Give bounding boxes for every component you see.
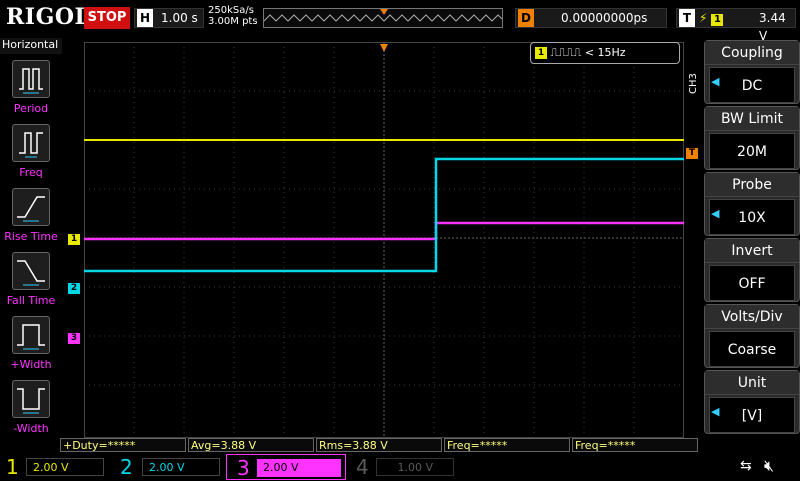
ch3-number: 3: [237, 456, 250, 480]
coupling-title: Coupling: [705, 41, 799, 65]
ch1-number: 1: [6, 455, 19, 479]
ch1-offset-marker[interactable]: 1: [68, 234, 80, 245]
acquisition-info: 250kSa/s 3.00M pts: [208, 5, 258, 27]
positive-width-label: +Width: [10, 358, 52, 371]
negative-width-icon: [12, 380, 50, 418]
measurement-freq-1[interactable]: Freq=*****: [444, 438, 570, 452]
timebase-readout[interactable]: H 1.00 s: [134, 8, 204, 28]
fall-time-icon: [12, 252, 50, 290]
probe-title: Probe: [705, 173, 799, 197]
coupling-softkey[interactable]: Coupling DC ◀: [704, 40, 800, 104]
freq-label: Freq: [19, 166, 43, 179]
probe-softkey[interactable]: Probe 10X ◀: [704, 172, 800, 236]
ch2-scale: 2.00 V: [142, 458, 220, 476]
speaker-muted-icon[interactable]: 🔇︎: [764, 456, 774, 476]
usb-icon: ⇆: [740, 458, 752, 474]
top-status-bar: RIGOL STOP H 1.00 s 250kSa/s 3.00M pts D 0…: [0, 0, 800, 43]
positive-width-icon: [12, 316, 50, 354]
invert-softkey[interactable]: Invert OFF: [704, 238, 800, 302]
frequency-counter[interactable]: 1 ⎍⎍⎍⎍ < 15Hz: [530, 42, 680, 64]
ch4-status[interactable]: 4 1.00 V: [350, 454, 460, 480]
measure-negative-width-button[interactable]: -Width: [0, 380, 62, 444]
ch2-offset-marker[interactable]: 2: [68, 283, 80, 294]
graticule: [84, 42, 684, 438]
counter-value: < 15Hz: [584, 46, 626, 59]
measure-positive-width-button[interactable]: +Width: [0, 316, 62, 380]
ch3-offset-marker[interactable]: 3: [68, 333, 80, 344]
delay-readout[interactable]: D 0.00000000ps: [515, 8, 667, 28]
channel-status-bar: 1 2.00 V 2 2.00 V 3 2.00 V 4 1.00 V ⇆ 🔇︎: [0, 454, 800, 480]
measure-fall-time-button[interactable]: Fall Time: [0, 252, 62, 316]
period-label: Period: [13, 102, 49, 115]
timebase-key: H: [137, 9, 153, 27]
measure-period-button[interactable]: Period: [0, 60, 62, 124]
arrow-left-icon: ◀: [711, 405, 720, 418]
memory-overview-strip[interactable]: [263, 8, 503, 28]
ch4-number: 4: [356, 455, 369, 479]
horizontal-measure-menu: Horizontal Period Freq Rise Time Fall Ti…: [0, 38, 62, 438]
fall-time-label: Fall Time: [6, 294, 56, 307]
bw-limit-title: BW Limit: [705, 107, 799, 131]
bw-limit-softkey[interactable]: BW Limit 20M: [704, 106, 800, 170]
coupling-value: DC: [709, 67, 795, 103]
menu-title: Horizontal: [0, 38, 62, 54]
ch4-scale: 1.00 V: [376, 458, 454, 476]
rising-edge-icon: ⚡: [699, 11, 708, 25]
memory-depth: 3.00M pts: [208, 16, 258, 27]
measure-freq-button[interactable]: Freq: [0, 124, 62, 188]
rise-time-label: Rise Time: [4, 230, 58, 243]
rise-time-icon: [12, 188, 50, 226]
measurement-bar: +Duty=***** Avg=3.88 V Rms=3.88 V Freq=*…: [60, 438, 700, 452]
measurement-avg[interactable]: Avg=3.88 V: [188, 438, 314, 452]
volts-div-softkey[interactable]: Volts/Div Coarse: [704, 304, 800, 368]
trigger-level-marker[interactable]: T: [686, 148, 698, 159]
measurement-rms[interactable]: Rms=3.88 V: [316, 438, 442, 452]
arrow-left-icon: ◀: [711, 207, 720, 220]
ch3-status[interactable]: 3 2.00 V: [226, 454, 346, 480]
volts-div-value: Coarse: [709, 331, 795, 367]
delay-key: D: [518, 9, 534, 27]
invert-value: OFF: [709, 265, 795, 301]
counter-source: 1: [535, 47, 547, 59]
unit-title: Unit: [705, 371, 799, 395]
trigger-readout[interactable]: T ⚡ 1 3.44 V: [676, 8, 796, 43]
ch1-status[interactable]: 1 2.00 V: [0, 454, 110, 480]
measurement-duty[interactable]: +Duty=*****: [60, 438, 186, 452]
memory-waveform-preview: [263, 9, 503, 22]
trigger-source: 1: [711, 14, 724, 26]
trigger-key: T: [679, 9, 695, 27]
timebase-value: 1.00 s: [161, 11, 198, 25]
freq-icon: [12, 124, 50, 162]
ch3-scale: 2.00 V: [257, 459, 341, 477]
run-stop-indicator[interactable]: STOP: [84, 7, 130, 29]
period-icon: [12, 60, 50, 98]
probe-value: 10X: [709, 199, 795, 235]
unit-softkey[interactable]: Unit [V] ◀: [704, 370, 800, 434]
negative-width-label: -Width: [13, 422, 49, 435]
ch2-status[interactable]: 2 2.00 V: [112, 454, 222, 480]
sample-rate: 250kSa/s: [208, 5, 254, 16]
unit-value: [V]: [709, 397, 795, 433]
ch2-number: 2: [120, 455, 133, 479]
active-channel-tag: CH3: [688, 73, 699, 94]
delay-value: 0.00000000ps: [561, 11, 648, 25]
square-wave-icon: ⎍⎍⎍⎍: [550, 46, 582, 59]
measurement-freq-2[interactable]: Freq=*****: [572, 438, 698, 452]
bw-limit-value: 20M: [709, 133, 795, 169]
invert-title: Invert: [705, 239, 799, 263]
waveform-display[interactable]: [84, 42, 684, 438]
channel-menu: Coupling DC ◀ BW Limit 20M Probe 10X ◀ I…: [704, 38, 800, 438]
volts-div-title: Volts/Div: [705, 305, 799, 329]
brand-logo: RIGOL: [6, 4, 91, 30]
arrow-left-icon: ◀: [711, 75, 720, 88]
ch1-scale: 2.00 V: [26, 458, 104, 476]
measure-rise-time-button[interactable]: Rise Time: [0, 188, 62, 252]
